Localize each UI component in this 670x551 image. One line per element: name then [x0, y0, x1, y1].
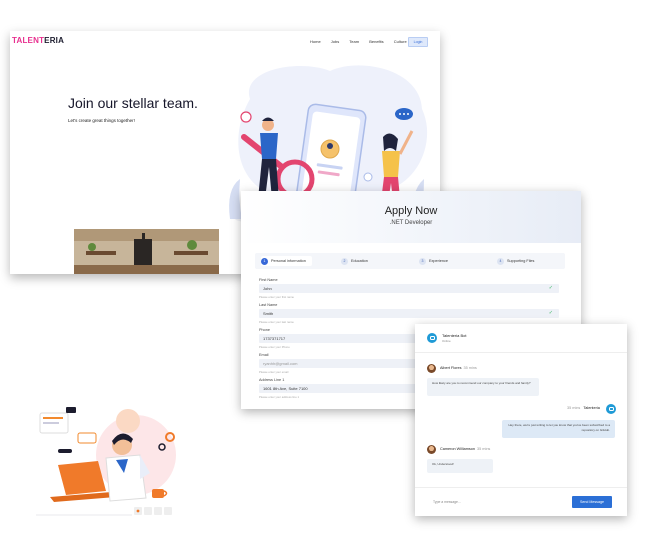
address-line-1-value: 1601 8th Ave, Suite 7100 — [263, 386, 308, 391]
step-personal-information[interactable]: 1 Personal information — [261, 256, 312, 266]
message-time: 35 mins — [477, 447, 491, 451]
last-name-value: Smith — [263, 311, 274, 316]
phone-label: Phone — [259, 328, 270, 332]
nav-link-culture[interactable]: Culture — [394, 39, 407, 44]
author-name: Albert Flores — [440, 366, 462, 370]
step-label: Supporting Files — [507, 259, 535, 263]
message-input[interactable]: Type a message... — [433, 500, 461, 504]
step-label: Experience — [429, 259, 448, 263]
email-value: ryanhh@gmail.com — [263, 361, 298, 366]
avatar — [427, 445, 436, 454]
step-education[interactable]: 2 Education — [341, 256, 368, 266]
message-bubble: How likely are you to recommend our comp… — [427, 378, 539, 396]
chat-footer: Type a message... Send Message — [415, 487, 627, 516]
step-number: 4 — [497, 257, 504, 265]
last-name-field[interactable]: Smith ✓ — [259, 309, 559, 318]
nav-link-team[interactable]: Team — [349, 39, 359, 44]
message-bubble: Ok, Understood! — [427, 459, 493, 473]
hero-subtitle: Let's create great things together! — [68, 118, 135, 123]
address-line-1-help: Please enter your address line 1 — [259, 395, 300, 399]
support-illustration — [36, 407, 176, 516]
message-author: 35 mins Talenteria — [565, 406, 600, 410]
message-time: 35 mins — [567, 406, 581, 410]
first-name-label: First Name — [259, 278, 278, 282]
first-name-help: Please enter your first name — [259, 295, 294, 299]
form-steps: 1 Personal information 2 Education 3 Experi… — [255, 253, 565, 269]
message-author: Cameron Williamson 35 mins — [440, 447, 490, 451]
step-number: 1 — [261, 257, 268, 265]
email-label: Email — [259, 353, 269, 357]
login-button[interactable]: Login — [408, 37, 428, 47]
step-number: 2 — [341, 257, 348, 265]
logo-part2: ERIA — [44, 36, 65, 45]
nav-links: Home Jobs Team Benefits Culture — [310, 39, 416, 44]
bot-avatar-icon — [606, 404, 616, 414]
top-nav: TALENTERIA Home Jobs Team Benefits Cultu… — [10, 31, 440, 53]
apply-header: Apply Now .NET Developer — [241, 191, 581, 243]
first-name-field[interactable]: John ✓ — [259, 284, 559, 293]
apply-title: Apply Now — [384, 205, 438, 217]
nav-link-benefits[interactable]: Benefits — [369, 39, 383, 44]
step-experience[interactable]: 3 Experience — [419, 256, 448, 266]
author-name: Talenteria — [583, 406, 600, 410]
step-supporting-files[interactable]: 4 Supporting Files — [497, 256, 534, 266]
step-number: 3 — [419, 257, 426, 265]
bot-name: Talenteria Bot — [442, 333, 467, 338]
logo[interactable]: TALENTERIA — [12, 36, 64, 45]
send-message-button[interactable]: Send Message — [572, 496, 612, 508]
job-title: .NET Developer — [389, 220, 433, 226]
author-name: Cameron Williamson — [440, 447, 476, 451]
address-line-1-label: Address Line 1 — [259, 378, 285, 382]
email-help: Please enter your email — [259, 370, 289, 374]
last-name-help: Please enter your last name — [259, 320, 294, 324]
avatar — [427, 364, 436, 373]
nav-link-home[interactable]: Home — [310, 39, 321, 44]
office-photo-art — [74, 229, 219, 274]
phone-value: 1737371717 — [263, 336, 286, 341]
message-time: 35 mins — [463, 366, 477, 370]
chat-window: Talenteria Bot Online Albert Flores 35 mi… — [415, 324, 627, 516]
message-author: Albert Flores 35 mins — [440, 366, 477, 370]
nav-link-jobs[interactable]: Jobs — [331, 39, 339, 44]
office-photo — [74, 229, 219, 274]
bot-avatar-icon — [427, 333, 437, 343]
check-icon: ✓ — [548, 285, 553, 291]
logo-part1: TALENT — [12, 36, 45, 45]
last-name-label: Last Name — [259, 303, 278, 307]
chat-header: Talenteria Bot Online — [415, 324, 627, 353]
first-name-value: John — [263, 286, 272, 291]
message-bubble: Hey there, we're just writing to let you… — [502, 420, 615, 438]
step-label: Education — [351, 259, 368, 263]
phone-help: Please enter your Phone — [259, 345, 290, 349]
check-icon: ✓ — [548, 310, 553, 316]
step-label: Personal information — [271, 259, 306, 263]
hero-title: Join our stellar team. — [68, 95, 198, 111]
bot-status: Online — [442, 339, 451, 343]
